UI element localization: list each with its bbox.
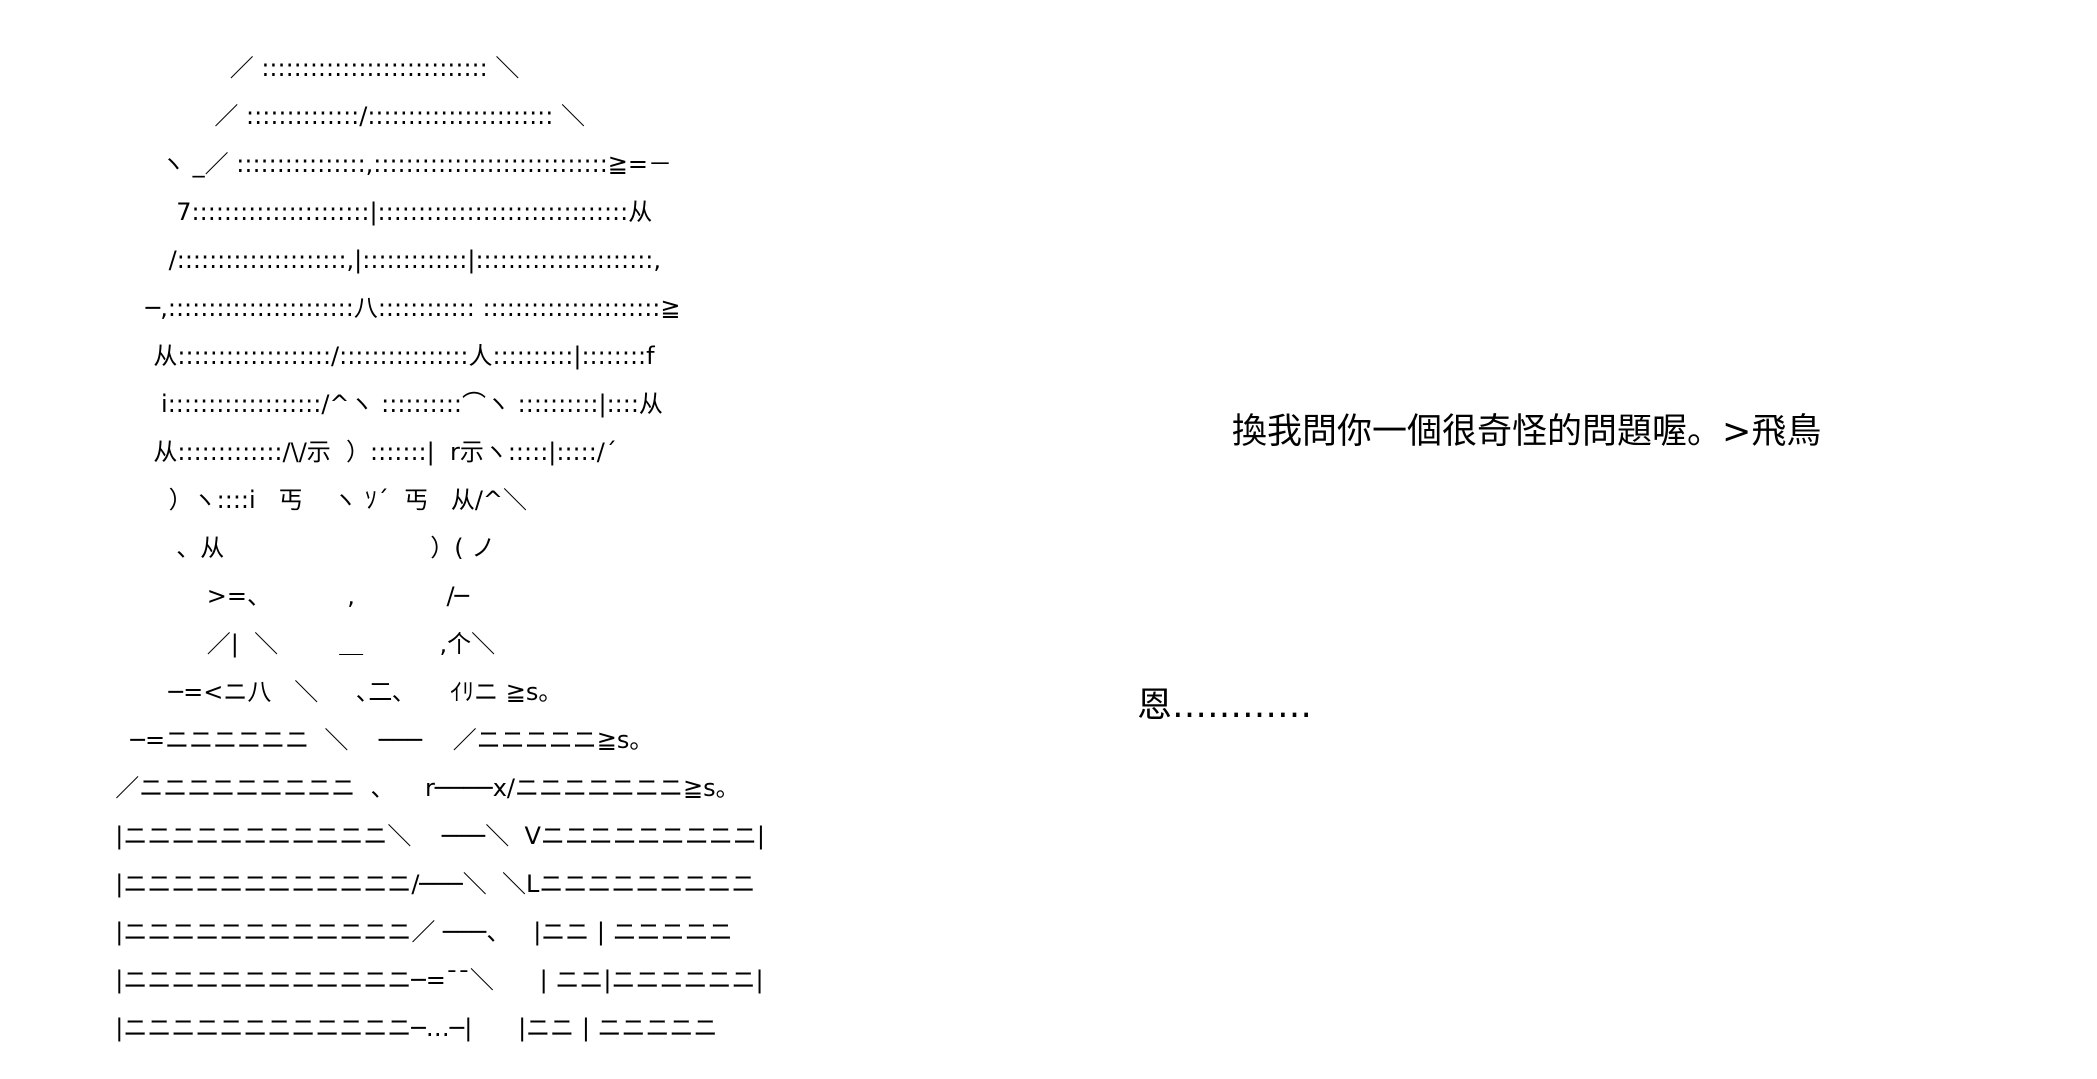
art-line: ヽ _／ ::::::::::::::::,::::::::::::::::::…	[100, 150, 673, 178]
art-line: |ニニニニニニニニニニニニ/───＼ ＼Lニニニニニニニニニ	[100, 870, 756, 898]
art-line: >=、 , /─	[100, 582, 470, 610]
art-line: /:::::::::::::::::::::,|:::::::::::::|::…	[100, 246, 661, 274]
art-line: 从:::::::::::::/\/示 ）:::::::| r示ヽ:::::|::…	[100, 438, 617, 466]
art-line: i:::::::::::::::::::/^ヽ ::::::::::⌒ヽ :::…	[100, 390, 663, 418]
art-line: ／| ＼ ＿ ,个＼	[100, 630, 496, 658]
art-line: |ニニニニニニニニニニニ＼ ───＼ Vニニニニニニニニニ|	[100, 822, 765, 850]
art-line: ／ :::::::::::::::::::::::::::: ＼	[100, 54, 520, 82]
art-line: |ニニニニニニニニニニニニ／ ───、 |ニニ | ニニニニニ	[100, 918, 733, 946]
art-line: ／ ::::::::::::::/:::::::::::::::::::::::…	[100, 102, 585, 130]
art-line: 7::::::::::::::::::::::|::::::::::::::::…	[100, 198, 653, 226]
art-line: ─,:::::::::::::::::::::::八:::::::::::: :…	[100, 294, 681, 322]
art-line: 从:::::::::::::::::::/::::::::::::::::人::…	[100, 342, 655, 370]
art-line: ）ヽ::::i 丐 ヽ ｿ´ 丐 从/^＼	[100, 486, 528, 514]
art-line: ─=ニニニニニニ ＼ ─── ／ニニニニニ≧s。	[100, 726, 654, 754]
art-line: ／ニニニニニニニニニ 、 r────x/ニニニニニニニ≧s。	[100, 774, 740, 802]
art-line: |ニニニニニニニニニニニニ─…─| |ニニ | ニニニニニ	[100, 1014, 718, 1042]
ascii-art-figure: ／ :::::::::::::::::::::::::::: ＼ ／ :::::…	[100, 44, 765, 1052]
art-line: |ニニニニニニニニニニニニ─=¯¯＼ | ニニ|ニニニニニニ|	[100, 966, 764, 994]
dialogue-line-1: 換我問你一個很奇怪的問題喔。>飛鳥	[1232, 412, 1822, 452]
art-line: ─=<ニ八 ＼ ､二､ ｲﾘニ ≧s。	[100, 678, 563, 706]
art-line: 、从 ）( ノ	[100, 534, 496, 562]
dialogue-line-2: 恩…………	[1137, 686, 1313, 726]
